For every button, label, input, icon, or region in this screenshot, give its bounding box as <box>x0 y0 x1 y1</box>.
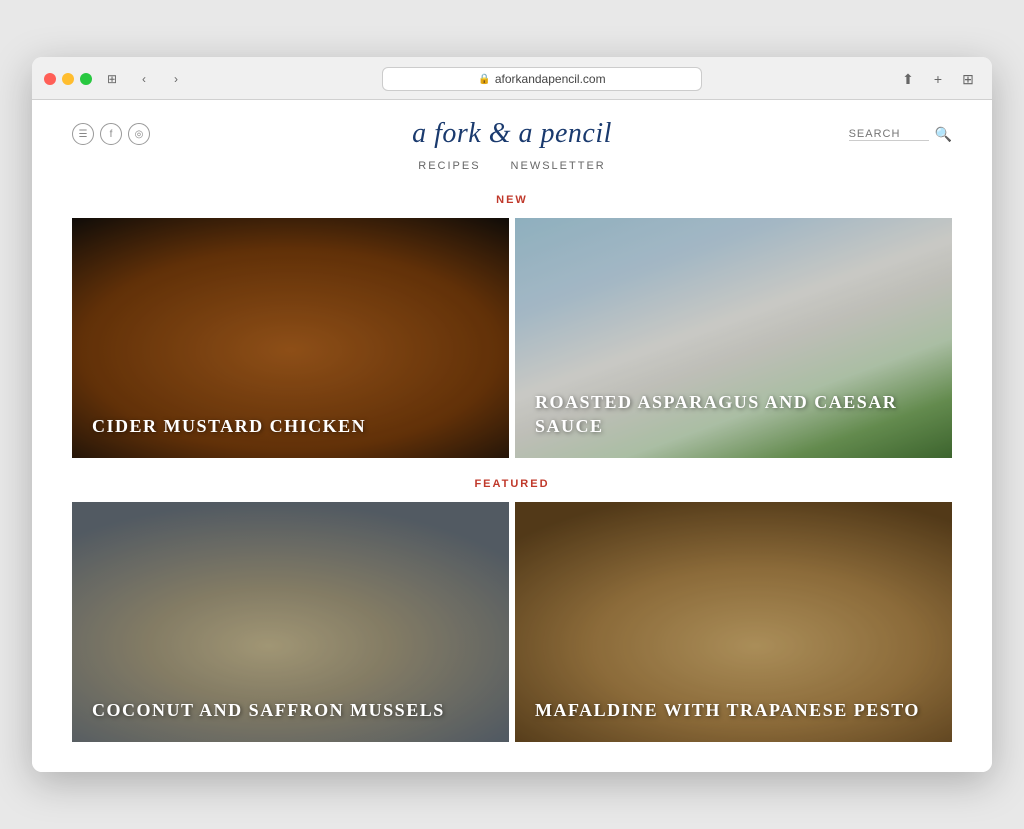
chicken-overlay: CIDER MUSTARD CHICKEN <box>72 218 509 458</box>
facebook-icon[interactable]: f <box>100 123 122 145</box>
pasta-overlay: MAFALDINE WITH TRAPANESE PESTO <box>515 502 952 742</box>
recipe-card-mussels[interactable]: COCONUT AND SAFFRON MUSSELS <box>72 502 509 742</box>
social-icons: ☰ f ◎ <box>72 123 150 145</box>
tab-overview-button[interactable]: ⊞ <box>956 69 980 89</box>
site-title: a fork & a pencil <box>412 118 612 150</box>
rss-icon[interactable]: ☰ <box>72 123 94 145</box>
instagram-icon[interactable]: ◎ <box>128 123 150 145</box>
minimize-button[interactable] <box>62 73 74 85</box>
asparagus-title: ROASTED ASPARAGUS AND CAESAR SAUCE <box>535 391 932 438</box>
pasta-title: MAFALDINE WITH TRAPANESE PESTO <box>535 699 920 722</box>
back-button[interactable]: ‹ <box>132 69 156 89</box>
site-header: ☰ f ◎ a fork & a pencil 🔍 <box>32 100 992 150</box>
chrome-right-controls: ⬆ + ⊞ <box>896 69 980 89</box>
recipe-card-chicken[interactable]: CIDER MUSTARD CHICKEN <box>72 218 509 458</box>
recipe-card-pasta[interactable]: MAFALDINE WITH TRAPANESE PESTO <box>515 502 952 742</box>
traffic-lights <box>44 73 92 85</box>
mussels-overlay: COCONUT AND SAFFRON MUSSELS <box>72 502 509 742</box>
site-nav: RECIPES NEWSLETTER <box>32 150 992 186</box>
featured-recipe-grid: COCONUT AND SAFFRON MUSSELS MAFALDINE WI… <box>32 502 992 742</box>
share-button[interactable]: ⬆ <box>896 69 920 89</box>
section-spacer-1 <box>32 458 992 470</box>
chicken-title: CIDER MUSTARD CHICKEN <box>92 415 366 438</box>
nav-recipes[interactable]: RECIPES <box>418 160 480 172</box>
url-text: aforkandapencil.com <box>495 72 606 86</box>
forward-button[interactable]: › <box>164 69 188 89</box>
search-input[interactable] <box>849 128 929 141</box>
new-recipe-grid: CIDER MUSTARD CHICKEN ROASTED ASPARAGUS … <box>32 218 992 458</box>
featured-section-label: FEATURED <box>32 470 992 502</box>
site-content: ☰ f ◎ a fork & a pencil 🔍 RECIPES NEWSLE… <box>32 100 992 772</box>
lock-icon: 🔒 <box>478 74 490 85</box>
recipe-card-asparagus[interactable]: ROASTED ASPARAGUS AND CAESAR SAUCE <box>515 218 952 458</box>
mussels-title: COCONUT AND SAFFRON MUSSELS <box>92 699 445 722</box>
bottom-spacer <box>32 742 992 772</box>
browser-window: ⊞ ‹ › 🔒 aforkandapencil.com ⬆ + ⊞ ☰ <box>32 57 992 772</box>
new-section-label: NEW <box>32 186 992 218</box>
asparagus-overlay: ROASTED ASPARAGUS AND CAESAR SAUCE <box>515 218 952 458</box>
maximize-button[interactable] <box>80 73 92 85</box>
sidebar-toggle-button[interactable]: ⊞ <box>100 69 124 89</box>
search-area: 🔍 <box>849 126 952 143</box>
address-bar[interactable]: 🔒 aforkandapencil.com <box>382 67 702 91</box>
nav-newsletter[interactable]: NEWSLETTER <box>511 160 606 172</box>
address-bar-wrap: 🔒 aforkandapencil.com <box>196 67 888 91</box>
search-button[interactable]: 🔍 <box>935 126 952 143</box>
close-button[interactable] <box>44 73 56 85</box>
browser-chrome: ⊞ ‹ › 🔒 aforkandapencil.com ⬆ + ⊞ <box>32 57 992 100</box>
new-tab-button[interactable]: + <box>926 69 950 89</box>
